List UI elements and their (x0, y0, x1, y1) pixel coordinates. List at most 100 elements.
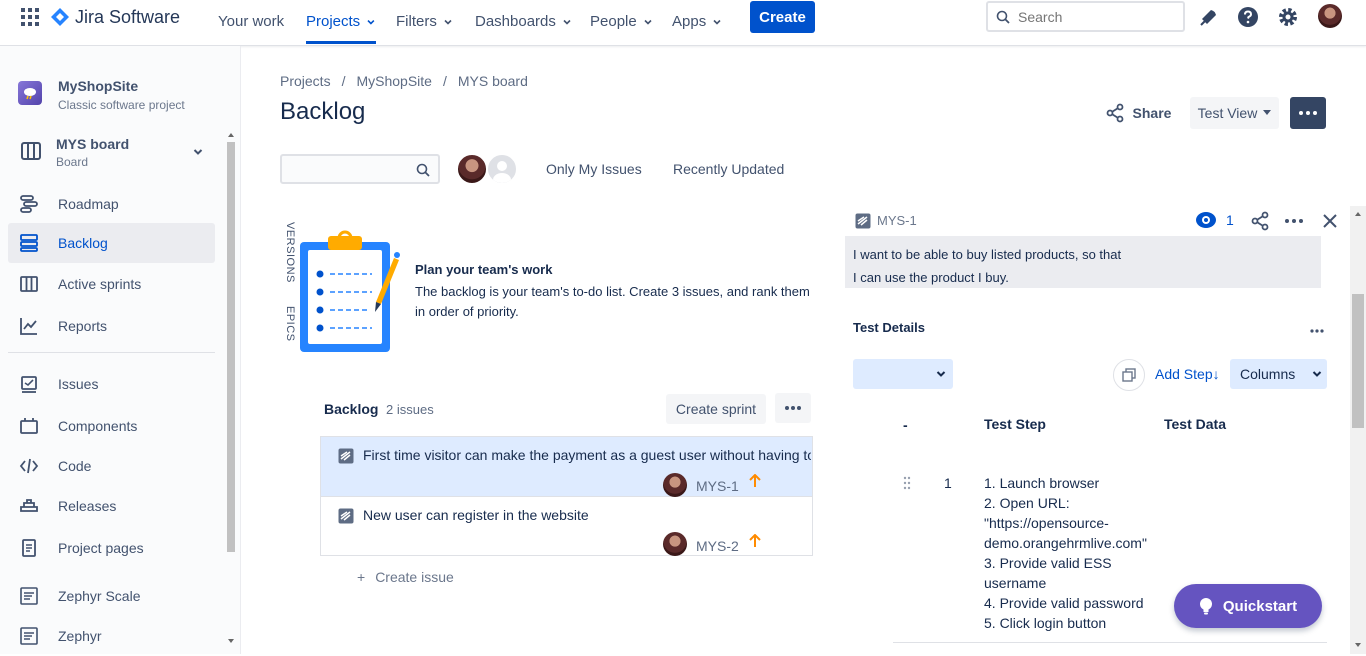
breadcrumb-board[interactable]: MYS board (458, 73, 528, 89)
list-item[interactable]: New user can register in the website MYS… (321, 497, 812, 557)
nav-apps[interactable]: Apps (672, 0, 722, 44)
project-name[interactable]: MyShopSite (58, 78, 138, 94)
board-switcher[interactable]: MYS board Board (8, 130, 215, 174)
column-header-index: - (903, 417, 908, 433)
more-dots-icon[interactable] (1310, 329, 1324, 333)
sidebar-item-issues[interactable]: Issues (8, 364, 215, 404)
column-header-test-data[interactable]: Test Data (1164, 416, 1226, 432)
help-icon[interactable] (1237, 6, 1259, 28)
drag-handle-icon[interactable] (903, 476, 911, 490)
copy-step-button[interactable] (1113, 359, 1145, 391)
nav-filters[interactable]: Filters (396, 0, 453, 44)
sidebar-item-components[interactable]: Components (8, 406, 215, 446)
epics-tab[interactable]: EPICS (282, 306, 298, 346)
sidebar-item-label: Code (58, 458, 92, 474)
quickstart-button[interactable]: Quickstart (1174, 584, 1322, 628)
breadcrumb: Projects / MyShopSite / MYS board (280, 73, 528, 89)
sidebar-item-label: Reports (58, 318, 108, 334)
chevron-down-icon (563, 19, 571, 25)
settings-gear-icon[interactable] (1277, 6, 1299, 28)
search-field[interactable] (986, 1, 1185, 32)
list-item[interactable]: First time visitor can make the payment … (321, 437, 812, 497)
share-button[interactable]: Share (1100, 97, 1176, 129)
create-issue-link[interactable]: + Create issue (357, 569, 454, 585)
sidebar-item-active-sprints[interactable]: Active sprints (8, 264, 215, 304)
issue-assignee-avatar[interactable] (663, 473, 687, 497)
sidebar-item-label: Zephyr Scale (58, 588, 141, 604)
create-sprint-button[interactable]: Create sprint (666, 394, 766, 424)
nav-people[interactable]: People (590, 0, 653, 44)
more-actions-button[interactable] (1290, 97, 1326, 129)
nav-dashboards[interactable]: Dashboards (475, 0, 572, 44)
nav-projects[interactable]: Projects (306, 0, 376, 44)
column-header-test-step[interactable]: Test Step (984, 416, 1046, 432)
unassigned-avatar[interactable] (486, 153, 518, 185)
backlog-search-field[interactable] (280, 154, 440, 184)
share-icon[interactable] (1250, 211, 1270, 231)
sidebar-item-reports[interactable]: Reports (8, 306, 215, 346)
add-step-button[interactable]: Add Step↓ (1155, 366, 1220, 382)
breadcrumb-project[interactable]: MyShopSite (356, 73, 431, 89)
view-dropdown[interactable]: Test View (1190, 97, 1279, 129)
sidebar-item-roadmap[interactable]: Roadmap (8, 184, 215, 224)
issues-icon (18, 373, 40, 395)
nav-your-work[interactable]: Your work (218, 0, 284, 44)
filter-recently-updated[interactable]: Recently Updated (673, 161, 784, 177)
issue-description[interactable]: I want to be able to buy listed products… (845, 236, 1321, 288)
step-description[interactable]: 1. Launch browser 2. Open URL: "https://… (984, 473, 1159, 633)
detail-issue-key[interactable]: MYS-1 (877, 213, 917, 228)
close-icon[interactable] (1322, 213, 1338, 229)
page-title: Backlog (280, 98, 366, 125)
copy-icon (1122, 368, 1136, 382)
step-test-data[interactable] (1164, 473, 1314, 493)
board-icon (20, 140, 42, 162)
jira-logo-icon (51, 8, 69, 26)
issue-key[interactable]: MYS-2 (696, 538, 739, 554)
more-dots-icon (785, 406, 801, 410)
sidebar-item-label: Project pages (58, 540, 144, 556)
view-label: Test View (1197, 105, 1258, 121)
sidebar-item-code[interactable]: Code (8, 446, 215, 486)
issue-key[interactable]: MYS-1 (696, 478, 739, 494)
sidebar-item-zephyr[interactable]: Zephyr (8, 616, 215, 656)
columns-icon (18, 273, 40, 295)
cloud-icon (24, 88, 36, 100)
story-icon (338, 448, 354, 464)
plus-icon: + (357, 569, 366, 585)
test-type-select[interactable] (853, 359, 953, 389)
app-switcher-icon[interactable] (20, 7, 40, 27)
jira-logo[interactable]: Jira Software (51, 5, 180, 29)
step-line: "https://opensource- (984, 515, 1109, 531)
empty-state-body: The backlog is your team's to-do list. C… (415, 284, 810, 319)
filter-only-my-issues[interactable]: Only My Issues (546, 161, 642, 177)
sidebar-divider (8, 352, 215, 353)
project-avatar[interactable] (18, 81, 42, 105)
create-button[interactable]: Create (750, 1, 815, 33)
versions-tab[interactable]: VERSIONS (282, 222, 298, 283)
sidebar-item-zephyr-scale[interactable]: Zephyr Scale (8, 576, 215, 616)
sidebar-item-project-pages[interactable]: Project pages (8, 528, 215, 568)
assignee-avatar[interactable] (456, 153, 488, 185)
detail-scrollbar-thumb[interactable] (1352, 294, 1364, 428)
backlog-more-button[interactable] (775, 393, 811, 423)
detail-scrollbar[interactable] (1350, 206, 1366, 654)
components-icon (18, 415, 40, 437)
board-type: Board (56, 155, 89, 169)
sidebar-item-releases[interactable]: Releases (8, 486, 215, 526)
breadcrumb-separator: / (341, 73, 346, 89)
more-dots-icon[interactable] (1285, 219, 1303, 223)
notifications-icon[interactable] (1198, 6, 1220, 28)
sidebar-scrollbar-thumb[interactable] (227, 142, 235, 552)
issue-summary: New user can register in the website (363, 507, 589, 523)
sidebar-item-label: Issues (58, 376, 99, 392)
chevron-down-icon (444, 19, 452, 25)
sidebar-scrollbar[interactable] (226, 128, 236, 648)
watch-button[interactable]: 1 (1195, 211, 1234, 229)
breadcrumb-projects[interactable]: Projects (280, 73, 331, 89)
columns-button[interactable]: Columns (1230, 359, 1327, 389)
search-input[interactable] (1018, 8, 1168, 25)
issue-assignee-avatar[interactable] (663, 532, 687, 556)
user-avatar[interactable] (1318, 4, 1342, 28)
chevron-down-icon (644, 19, 652, 25)
sidebar-item-backlog[interactable]: Backlog (8, 223, 215, 263)
